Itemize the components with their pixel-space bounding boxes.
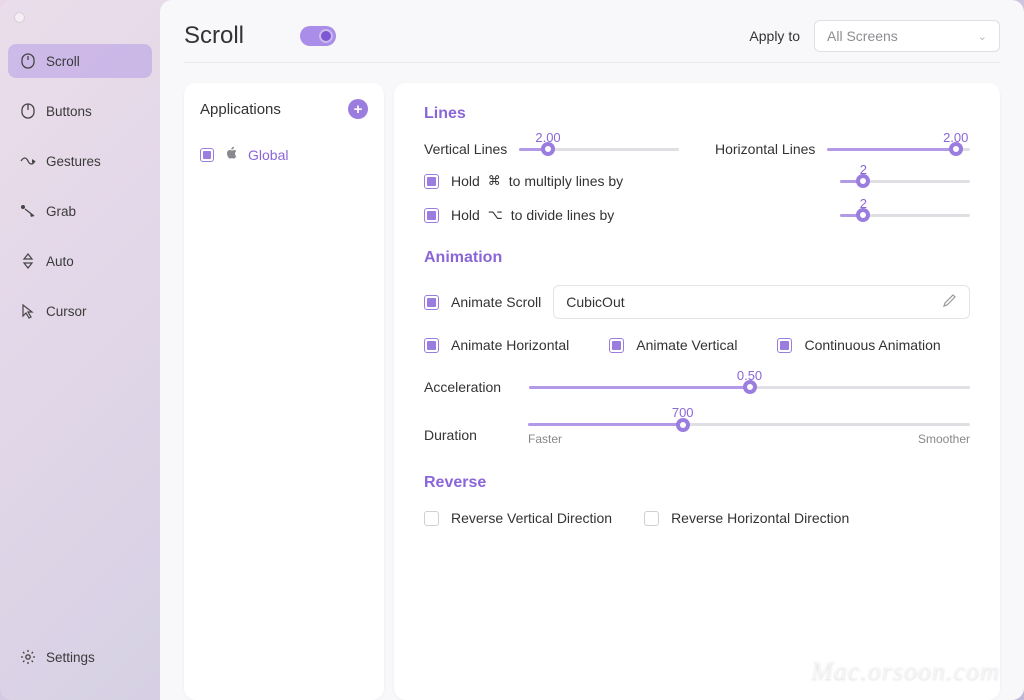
main-panel: Scroll Apply to All Screens ⌄ Applicatio…	[160, 0, 1024, 700]
horizontal-lines-slider[interactable]: 2.00	[827, 148, 970, 151]
sidebar-label: Scroll	[46, 54, 80, 69]
header: Scroll Apply to All Screens ⌄	[184, 20, 1000, 52]
acceleration-label: Acceleration	[424, 379, 501, 395]
sidebar-item-gestures[interactable]: Gestures	[8, 144, 152, 178]
auto-icon	[20, 253, 36, 269]
sidebar-item-grab[interactable]: Grab	[8, 194, 152, 228]
lines-section-title: Lines	[424, 105, 970, 123]
application-label: Global	[248, 147, 288, 163]
reverse-horizontal-checkbox[interactable]	[644, 511, 659, 526]
animation-section-title: Animation	[424, 249, 970, 267]
pencil-icon	[942, 293, 957, 311]
reverse-vertical-label: Reverse Vertical Direction	[451, 510, 612, 526]
application-row-global[interactable]: Global	[200, 145, 368, 164]
sidebar-item-scroll[interactable]: Scroll	[8, 44, 152, 78]
option-key-icon: ⌥	[488, 207, 503, 223]
vertical-lines-label: Vertical Lines	[424, 141, 507, 157]
continuous-animation-label: Continuous Animation	[804, 337, 940, 353]
add-application-button[interactable]: +	[348, 99, 368, 119]
animate-vertical-checkbox[interactable]	[609, 338, 624, 353]
continuous-animation-checkbox[interactable]	[777, 338, 792, 353]
animate-scroll-input[interactable]: CubicOut	[553, 285, 970, 319]
hold-divide-checkbox[interactable]	[424, 208, 439, 223]
animate-scroll-label: Animate Scroll	[451, 294, 541, 310]
command-key-icon: ⌘	[488, 173, 501, 189]
reverse-vertical-checkbox[interactable]	[424, 511, 439, 526]
apply-to-label: Apply to	[749, 28, 800, 44]
vertical-lines-slider[interactable]: 2.00	[519, 148, 679, 151]
sidebar-label: Settings	[46, 650, 95, 665]
page-title: Scroll	[184, 22, 244, 50]
divider	[184, 62, 1000, 63]
settings-card: Lines Vertical Lines 2.00 Horizontal Lin…	[394, 83, 1000, 700]
sidebar-item-auto[interactable]: Auto	[8, 244, 152, 278]
animate-horizontal-label: Animate Horizontal	[451, 337, 569, 353]
sidebar: Scroll Buttons Gestures Grab Auto	[0, 0, 160, 700]
hold-multiply-slider[interactable]: 2	[840, 180, 970, 183]
chevron-down-icon: ⌄	[978, 30, 987, 43]
apply-to-select[interactable]: All Screens ⌄	[814, 20, 1000, 52]
mouse-icon	[20, 103, 36, 119]
duration-label: Duration	[424, 427, 500, 443]
duration-faster-label: Faster	[528, 432, 562, 446]
mouse-icon	[20, 53, 36, 69]
hold-divide-slider[interactable]: 2	[840, 214, 970, 217]
animate-scroll-value: CubicOut	[566, 294, 624, 310]
sidebar-label: Gestures	[46, 154, 101, 169]
reverse-section-title: Reverse	[424, 474, 970, 492]
animate-vertical-label: Animate Vertical	[636, 337, 737, 353]
sidebar-label: Buttons	[46, 104, 92, 119]
sidebar-label: Grab	[46, 204, 76, 219]
sidebar-label: Auto	[46, 254, 74, 269]
sidebar-item-settings[interactable]: Settings	[8, 640, 152, 674]
apply-to-value: All Screens	[827, 28, 898, 44]
traffic-light-close[interactable]	[14, 12, 25, 23]
acceleration-slider[interactable]: 0.50	[529, 386, 970, 389]
duration-smoother-label: Smoother	[918, 432, 970, 446]
gesture-icon	[20, 153, 36, 169]
sidebar-item-buttons[interactable]: Buttons	[8, 94, 152, 128]
hold-multiply-checkbox[interactable]	[424, 174, 439, 189]
applications-title: Applications	[200, 101, 281, 118]
sidebar-label: Cursor	[46, 304, 87, 319]
gear-icon	[20, 649, 36, 665]
checkbox-icon[interactable]	[200, 148, 214, 162]
applications-card: Applications + Global	[184, 83, 384, 700]
hold-multiply-label: Hold ⌘ to multiply lines by	[451, 173, 623, 189]
animate-scroll-checkbox[interactable]	[424, 295, 439, 310]
sidebar-item-cursor[interactable]: Cursor	[8, 294, 152, 328]
reverse-horizontal-label: Reverse Horizontal Direction	[671, 510, 849, 526]
scroll-enable-toggle[interactable]	[300, 26, 336, 46]
cursor-icon	[20, 303, 36, 319]
horizontal-lines-label: Horizontal Lines	[715, 141, 815, 157]
duration-slider[interactable]: 700 Faster Smoother	[528, 423, 970, 446]
grab-icon	[20, 203, 36, 219]
apple-icon	[224, 145, 238, 164]
animate-horizontal-checkbox[interactable]	[424, 338, 439, 353]
hold-divide-label: Hold ⌥ to divide lines by	[451, 207, 614, 223]
